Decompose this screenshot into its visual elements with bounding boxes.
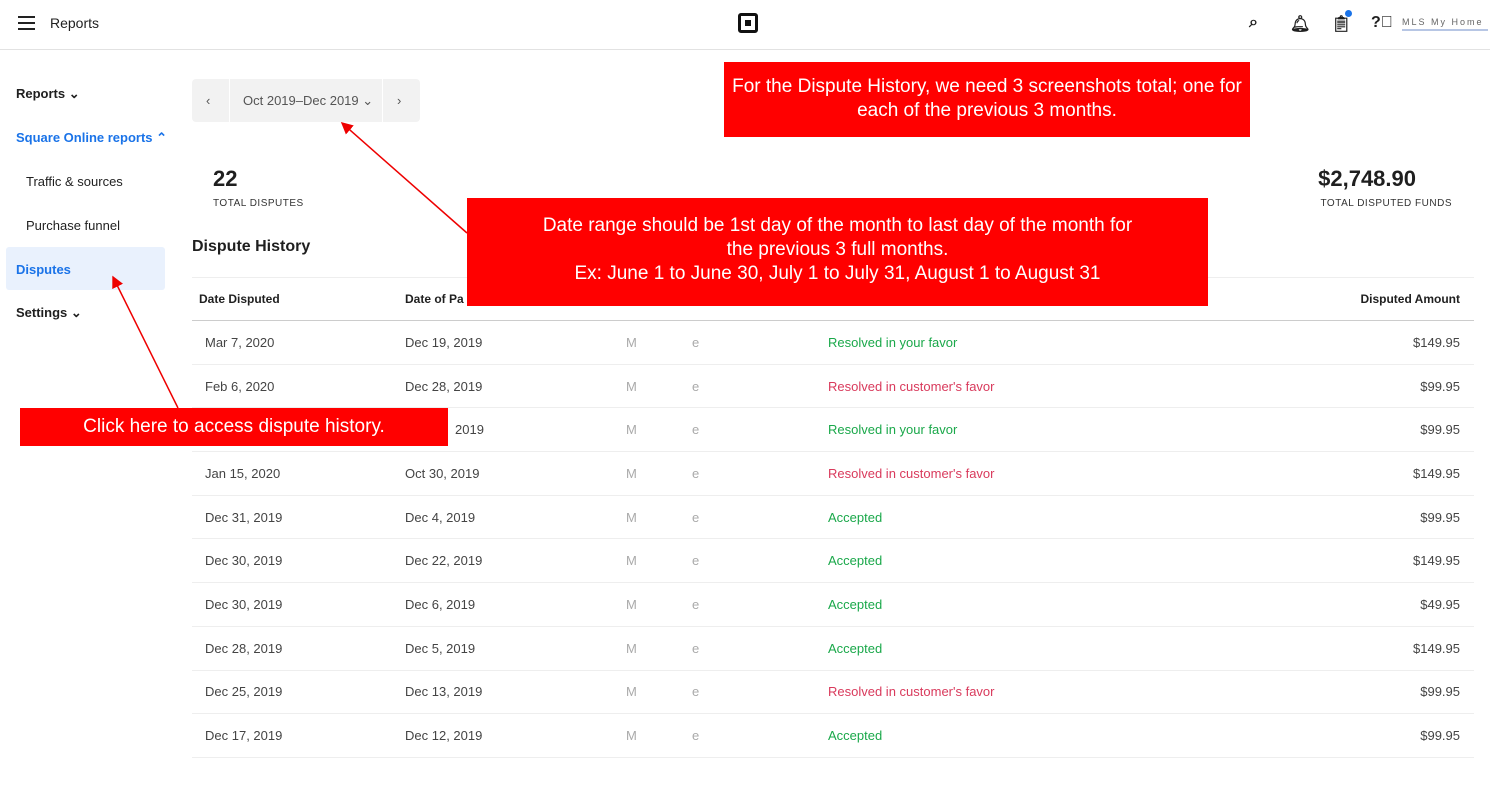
arrow-to-disputes	[112, 275, 179, 409]
arrow-to-date-range	[340, 122, 468, 234]
annotation-arrows	[112, 122, 468, 409]
